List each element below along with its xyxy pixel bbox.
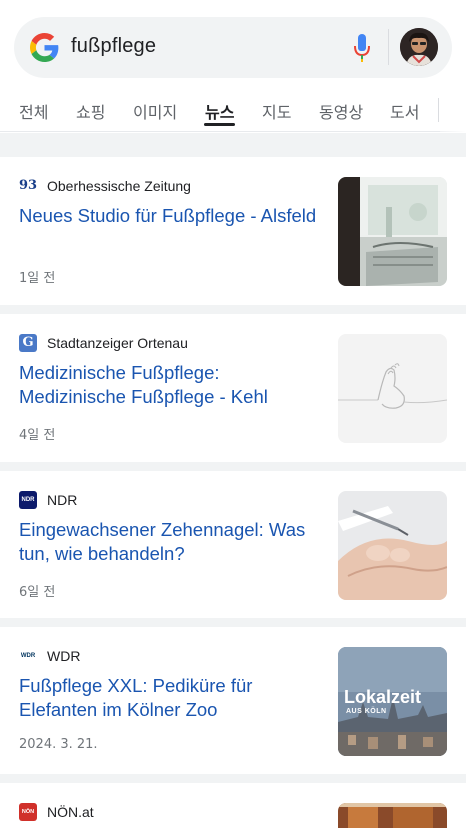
news-time: 4일 전 (19, 428, 56, 443)
news-card[interactable]: 93 Oberhessische Zeitung Neues Studio fü… (0, 157, 466, 305)
news-source: WDR WDR (19, 647, 80, 665)
news-thumbnail[interactable]: Lokalzeit AUS KÖLN (338, 647, 447, 756)
user-avatar[interactable] (400, 28, 438, 66)
news-thumbnail[interactable] (338, 334, 447, 443)
source-name: NDR (47, 492, 78, 508)
search-header: fußpflege (0, 0, 466, 86)
search-tabs: 전체 쇼핑 이미지 뉴스 지도 동영상 도서 (0, 86, 466, 132)
news-time: 1일 전 (19, 271, 56, 286)
news-source: NDR NDR (19, 491, 77, 509)
tab-shopping[interactable]: 쇼핑 (76, 99, 105, 123)
news-source: NÖN NÖN.at (19, 803, 94, 821)
wdr-icon: WDR (19, 647, 37, 665)
source-icon-label: NÖN (21, 809, 35, 815)
news-source: G Stadtanzeiger Ortenau (19, 334, 188, 352)
tab-maps[interactable]: 지도 (262, 99, 291, 123)
source-name: WDR (47, 648, 81, 664)
section-gap (0, 133, 466, 157)
news-card[interactable]: NÖN NÖN.at (0, 783, 466, 828)
google-logo-icon[interactable] (30, 33, 59, 62)
tab-books[interactable]: 도서 (390, 99, 419, 123)
news-headline-link[interactable]: Neues Studio für Fußpflege - Alsfeld (19, 204, 319, 228)
source-name: Oberhessische Zeitung (47, 178, 191, 194)
microphone-icon[interactable] (352, 32, 372, 64)
news-time: 2024. 3. 21. (19, 737, 98, 752)
news-thumbnail[interactable] (338, 491, 447, 600)
source-icon-label: 93 (19, 178, 37, 193)
search-bar[interactable]: fußpflege (14, 17, 452, 78)
lokalzeit-logo-subtext: AUS KÖLN (346, 708, 387, 715)
news-headline-link[interactable]: Fußpflege XXL: Pediküre für Elefanten im… (19, 674, 319, 722)
source-name: Stadtanzeiger Ortenau (47, 335, 188, 351)
tabs-overflow-separator (438, 98, 439, 122)
card-divider (0, 618, 466, 627)
search-query-text[interactable]: fußpflege (71, 35, 156, 58)
news-source: 93 Oberhessische Zeitung (19, 177, 191, 195)
tab-images[interactable]: 이미지 (133, 99, 177, 123)
news-thumbnail[interactable] (338, 177, 447, 286)
active-tab-indicator (204, 123, 235, 126)
card-divider (0, 305, 466, 314)
tab-news[interactable]: 뉴스 (205, 99, 234, 123)
ndr-icon: NDR (19, 491, 37, 509)
source-icon-label: G (22, 335, 34, 350)
news-headline-link[interactable]: Eingewachsener Zehennagel: Was tun, wie … (19, 518, 319, 566)
card-divider (0, 462, 466, 471)
lokalzeit-logo-text: Lokalzeit (344, 687, 422, 707)
noen-icon: NÖN (19, 803, 37, 821)
source-icon-label: WDR (20, 653, 36, 659)
news-card[interactable]: WDR WDR Fußpflege XXL: Pediküre für Elef… (0, 627, 466, 774)
oz-icon: 93 (19, 177, 37, 195)
card-divider (0, 774, 466, 783)
search-divider (388, 29, 389, 65)
news-time: 6일 전 (19, 585, 56, 600)
news-card[interactable]: G Stadtanzeiger Ortenau Medizinische Fuß… (0, 314, 466, 462)
news-thumbnail[interactable] (338, 803, 447, 828)
news-card[interactable]: NDR NDR Eingewachsener Zehennagel: Was t… (0, 471, 466, 618)
news-headline-link[interactable]: Medizinische Fußpflege: Medizinische Fuß… (19, 361, 319, 409)
source-icon-label: NDR (21, 497, 35, 503)
source-name: NÖN.at (47, 804, 94, 820)
g-icon: G (19, 334, 37, 352)
tabs-overflow-fade (440, 86, 466, 132)
tab-all[interactable]: 전체 (19, 99, 48, 123)
tab-videos[interactable]: 동영상 (319, 99, 363, 123)
